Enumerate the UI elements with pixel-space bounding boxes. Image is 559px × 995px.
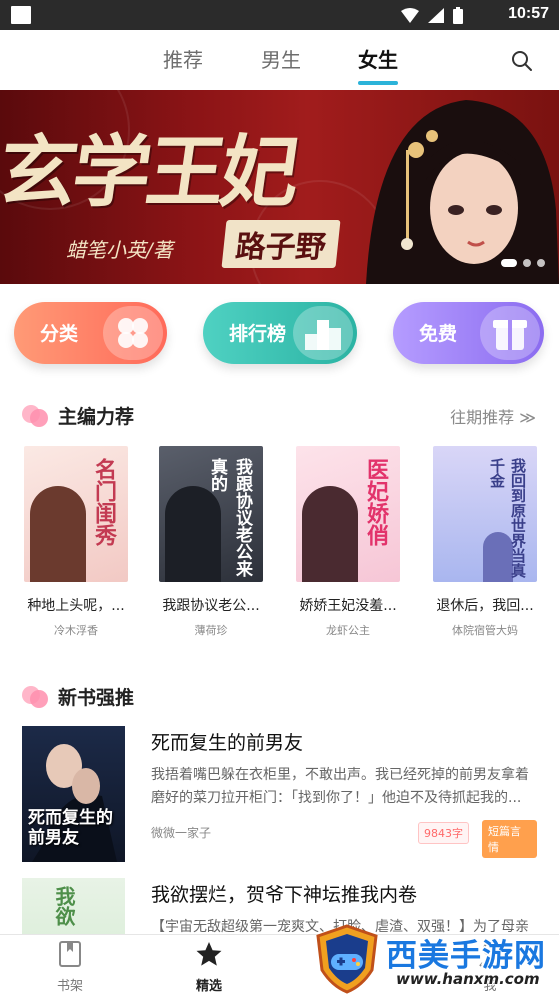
cover-figure: [302, 486, 358, 582]
book-list-item[interactable]: 死而复生的前男友 死而复生的前男友 我捂着嘴巴躲在衣柜里，不敢出声。我已经死掉的…: [22, 726, 537, 862]
book-card[interactable]: 医妃娇俏 娇娇王妃没羞... 龙虾公主: [296, 446, 400, 638]
category-button[interactable]: 分类: [14, 302, 167, 364]
wifi-icon: [401, 8, 419, 23]
section-title: 主编力荐: [58, 406, 135, 428]
banner-character-illustration: [366, 100, 559, 284]
section-dots-icon: [22, 403, 50, 427]
ranking-button[interactable]: 排行榜: [203, 302, 357, 364]
book-card[interactable]: 我跟协议老公来真的 我跟协议老公... 薄荷珍: [159, 446, 263, 638]
promo-banner[interactable]: 玄学王妃 蜡笔小英/著 路子野: [0, 90, 559, 284]
star-icon: [196, 942, 222, 966]
bookshelf-icon: [59, 941, 81, 967]
book-cover: 我回到原世界当真千金: [433, 446, 537, 582]
book-author: 微微一家子: [151, 826, 212, 840]
free-label: 免费: [419, 323, 458, 345]
nav-label: 精选: [195, 979, 222, 994]
book-title: 我跟协议老公...: [162, 598, 260, 614]
nav-bookshelf[interactable]: 书架: [40, 941, 100, 994]
status-bar: 10:57: [0, 0, 559, 30]
cover-title: 医妃娇俏: [363, 458, 389, 546]
new-books-header: 新书强推: [22, 681, 542, 711]
editor-picks-header: 主编力荐 往期推荐 ≫: [22, 400, 542, 430]
book-title: 死而复生的前男友: [151, 732, 304, 754]
book-author: 体院宿管大妈: [452, 624, 518, 637]
cover-title: 我回到原世界当真千金: [488, 458, 527, 578]
past-picks-link[interactable]: 往期推荐 ≫: [450, 404, 536, 428]
book-cover: 我跟协议老公来真的: [159, 446, 263, 582]
gift-icon: [480, 306, 540, 360]
notification-icon: [11, 6, 31, 24]
watermark-url: www.hanxm.com: [396, 970, 540, 988]
banner-title: 玄学王妃: [0, 127, 302, 218]
tab-recommend[interactable]: 推荐: [163, 44, 203, 73]
book-author: 龙虾公主: [326, 624, 370, 637]
genre-tag: 短篇言情: [482, 820, 537, 858]
search-icon[interactable]: [511, 50, 533, 72]
book-title: 我欲摆烂，贺爷下神坛推我内卷: [151, 884, 418, 906]
section-title: 新书强推: [58, 687, 135, 709]
book-author: 冷木浮香: [54, 624, 98, 637]
active-tab-indicator: [358, 81, 398, 85]
banner-pager: [501, 259, 545, 267]
book-cover: 医妃娇俏: [296, 446, 400, 582]
book-card[interactable]: 我回到原世界当真千金 退休后，我回... 体院宿管大妈: [433, 446, 537, 638]
grid-flower-icon: [103, 306, 163, 360]
site-watermark: 西美手游网 www.hanxm.com: [312, 924, 559, 995]
nav-featured[interactable]: 精选: [179, 941, 239, 994]
category-label: 分类: [40, 323, 79, 345]
book-author: 薄荷珍: [194, 624, 228, 637]
word-count-badge: 9843字: [418, 822, 469, 844]
gamepad-shield-logo: [316, 924, 378, 994]
cover-title: 我跟协议老公来真的: [207, 458, 252, 577]
battery-icon: [453, 7, 463, 24]
book-title: 娇娇王妃没羞...: [299, 598, 397, 614]
tab-female[interactable]: 女生: [358, 44, 398, 73]
podium-icon: [293, 306, 353, 360]
book-cover: 我欲: [22, 878, 125, 934]
section-dots-icon: [22, 684, 50, 708]
signal-icon: [428, 8, 444, 23]
cover-title: 死而复生的前男友: [28, 808, 113, 848]
book-cover: 死而复生的前男友: [22, 726, 125, 862]
book-card[interactable]: 名门闺秀 种地上头呢，... 冷木浮香: [24, 446, 128, 638]
ranking-label: 排行榜: [229, 323, 287, 345]
status-icons: [401, 7, 463, 24]
free-button[interactable]: 免费: [393, 302, 544, 364]
pager-dot: [523, 259, 531, 267]
book-title: 种地上头呢，...: [27, 598, 125, 614]
cover-title: 名门闺秀: [91, 458, 117, 546]
banner-author: 蜡笔小英/著: [66, 238, 173, 262]
book-description: 我捂着嘴巴躲在衣柜里，不敢出声。我已经死掉的前男友拿着磨好的菜刀拉开柜门：「找到…: [151, 767, 529, 806]
banner-subtitle: 路子野: [221, 220, 341, 268]
cover-figure: [30, 486, 86, 582]
clock: 10:57: [508, 5, 549, 22]
pager-dot: [537, 259, 545, 267]
pager-dot-active: [501, 259, 517, 267]
cover-title: 我欲: [52, 886, 76, 926]
book-title: 退休后，我回...: [436, 598, 534, 614]
book-cover: 名门闺秀: [24, 446, 128, 582]
nav-label: 书架: [56, 979, 83, 994]
tab-male[interactable]: 男生: [261, 44, 301, 73]
top-tab-bar: 推荐 男生 女生: [0, 30, 559, 90]
watermark-brand: 西美手游网: [386, 938, 546, 974]
